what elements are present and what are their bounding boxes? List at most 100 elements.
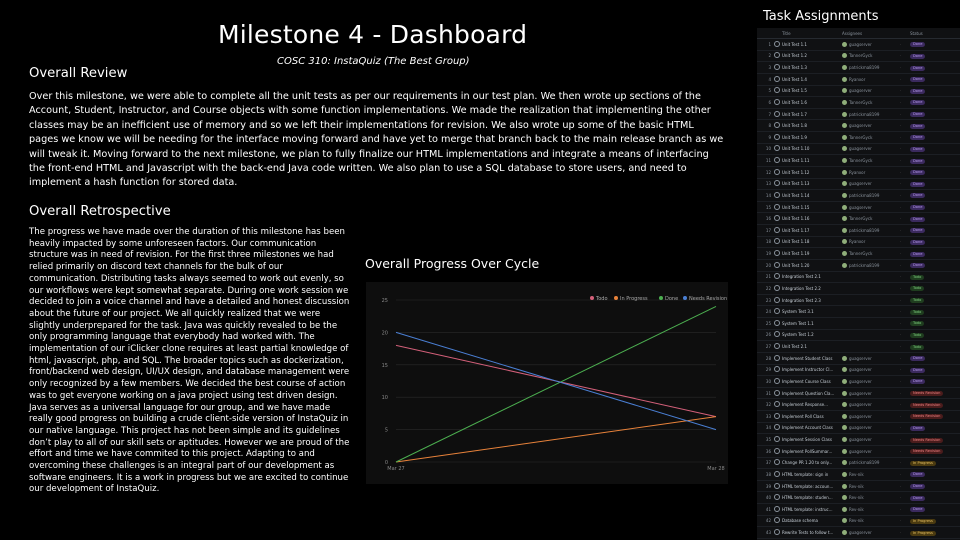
table-row[interactable]: 42 Database schema Rev-nik · In Progress [757,516,960,528]
task-assignee[interactable]: patrickma8199 [842,111,900,117]
more-options-icon[interactable]: · [900,356,910,361]
table-row[interactable]: 24 System Test 3.1 · Todo [757,306,960,318]
status-badge[interactable]: Todo [910,298,925,304]
more-options-icon[interactable]: · [900,402,910,407]
more-options-icon[interactable]: · [900,379,910,384]
status-badge[interactable]: Done [910,135,926,141]
task-title[interactable]: Implement Response... [782,402,842,407]
more-options-icon[interactable]: · [900,298,910,303]
task-title[interactable]: Database schema [782,518,842,523]
task-assignee[interactable]: guagserver [842,402,900,408]
task-assignee[interactable]: guagserver [842,367,900,373]
task-assignee[interactable]: Rev-nik [842,506,900,512]
status-badge[interactable]: Done [910,228,926,234]
task-title[interactable]: Unit Test 1.1 [782,42,842,47]
table-row[interactable]: 21 Integration Test 2.1 · Todo [757,272,960,284]
status-badge[interactable]: Done [910,507,926,513]
more-options-icon[interactable]: · [900,437,910,442]
status-badge[interactable]: Done [910,77,926,83]
table-row[interactable]: 8 Unit Test 1.8 guagserver · Done [757,120,960,132]
task-title[interactable]: Implement Course Class [782,379,842,384]
table-row[interactable]: 35 Implement Session Class guagserver · Need… [757,434,960,446]
table-row[interactable]: 29 Implement Instructor Cl... guagserver · D… [757,365,960,377]
more-options-icon[interactable]: · [900,239,910,244]
table-row[interactable]: 6 Unit Test 1.6 TannerGyck · Done [757,97,960,109]
status-badge[interactable]: Done [910,88,926,94]
task-title[interactable]: Unit Test 1.6 [782,100,842,105]
task-assignee[interactable]: guagserver [842,204,900,210]
task-title[interactable]: Unit Test 1.9 [782,135,842,140]
table-row[interactable]: 43 Rewrite Tests to follow t... guagserver… [757,527,960,539]
table-row[interactable]: 13 Unit Test 1.13 guagserver · Done [757,179,960,191]
task-title[interactable]: Unit Test 1.18 [782,239,842,244]
more-options-icon[interactable]: · [900,425,910,430]
more-options-icon[interactable]: · [900,100,910,105]
status-badge[interactable]: Todo [910,321,925,327]
status-badge[interactable]: Done [910,65,926,71]
more-options-icon[interactable]: · [900,449,910,454]
more-options-icon[interactable]: · [900,112,910,117]
status-badge[interactable]: Needs Revision [910,437,944,443]
task-title[interactable]: Unit Test 1.13 [782,181,842,186]
task-title[interactable]: Unit Test 1.20 [782,263,842,268]
task-assignee[interactable]: guagserver [842,390,900,396]
table-row[interactable]: 34 Implement Account Class guagserver · Done [757,423,960,435]
table-row[interactable]: 27 Unit Test 2.1 · Todo [757,341,960,353]
task-title[interactable]: Implement Instructor Cl... [782,367,842,372]
table-row[interactable]: 18 Unit Test 1.18 Ryanxor · Done [757,237,960,249]
table-row[interactable]: 17 Unit Test 1.17 patrickma8199 · Done [757,225,960,237]
status-badge[interactable]: Needs Revision [910,391,944,397]
status-badge[interactable]: Needs Revision [910,449,944,455]
more-options-icon[interactable]: · [900,286,910,291]
status-badge[interactable]: Done [910,425,926,431]
status-badge[interactable]: Done [910,123,926,129]
task-assignee[interactable]: TannerGyck [842,99,900,105]
task-title[interactable]: System Test 1.2 [782,332,842,337]
more-options-icon[interactable]: · [900,460,910,465]
table-row[interactable]: 11 Unit Test 1.11 TannerGyck · Done [757,155,960,167]
status-badge[interactable]: Done [910,263,926,269]
task-assignee[interactable]: TannerGyck [842,134,900,140]
table-row[interactable]: 20 Unit Test 1.20 patrickma8199 · Done [757,260,960,272]
task-title[interactable]: HTML template: accoun... [782,484,842,489]
table-row[interactable]: 5 Unit Test 1.5 guagserver · Done [757,86,960,98]
status-badge[interactable]: Done [910,170,926,176]
task-title[interactable]: Unit Test 1.12 [782,170,842,175]
status-badge[interactable]: Done [910,146,926,152]
status-badge[interactable]: In Progress [910,530,936,536]
table-row[interactable]: 4 Unit Test 1.4 Ryanxor · Done [757,74,960,86]
status-badge[interactable]: Done [910,181,926,187]
table-row[interactable]: 36 Implement PollSummar... guagserver · Need… [757,446,960,458]
status-badge[interactable]: Done [910,205,926,211]
table-row[interactable]: 25 System Test 1.1 · Todo [757,318,960,330]
task-title[interactable]: Unit Test 1.15 [782,205,842,210]
task-title[interactable]: Unit Test 1.10 [782,146,842,151]
task-assignee[interactable]: Ryanxor [842,239,900,245]
task-title[interactable]: Unit Test 1.4 [782,77,842,82]
task-assignee[interactable]: patrickma8199 [842,192,900,198]
more-options-icon[interactable]: · [900,507,910,512]
task-title[interactable]: HTML template: instruc... [782,507,842,512]
more-options-icon[interactable]: · [900,530,910,535]
more-options-icon[interactable]: · [900,309,910,314]
status-badge[interactable]: Done [910,216,926,222]
table-row[interactable]: 12 Unit Test 1.12 Ryanxor · Done [757,167,960,179]
table-row[interactable]: 16 Unit Test 1.16 TannerGyck · Done [757,213,960,225]
more-options-icon[interactable]: · [900,88,910,93]
status-badge[interactable]: Done [910,379,926,385]
task-assignee[interactable]: guagserver [842,378,900,384]
more-options-icon[interactable]: · [900,495,910,500]
task-assignee[interactable]: patrickma8199 [842,460,900,466]
more-options-icon[interactable]: · [900,135,910,140]
table-row[interactable]: 2 Unit Test 1.2 TannerGyck · Done [757,51,960,63]
status-badge[interactable]: Done [910,367,926,373]
more-options-icon[interactable]: · [900,251,910,256]
task-assignee[interactable]: guagserver [842,123,900,129]
table-row[interactable]: 14 Unit Test 1.14 patrickma8199 · Done [757,190,960,202]
task-title[interactable]: Unit Test 1.17 [782,228,842,233]
more-options-icon[interactable]: · [900,274,910,279]
table-row[interactable]: 3 Unit Test 1.3 patrickma8199 · Done [757,62,960,74]
status-badge[interactable]: Done [910,42,926,48]
status-badge[interactable]: Done [910,251,926,257]
table-row[interactable]: 32 Implement Response... guagserver · Needs … [757,399,960,411]
